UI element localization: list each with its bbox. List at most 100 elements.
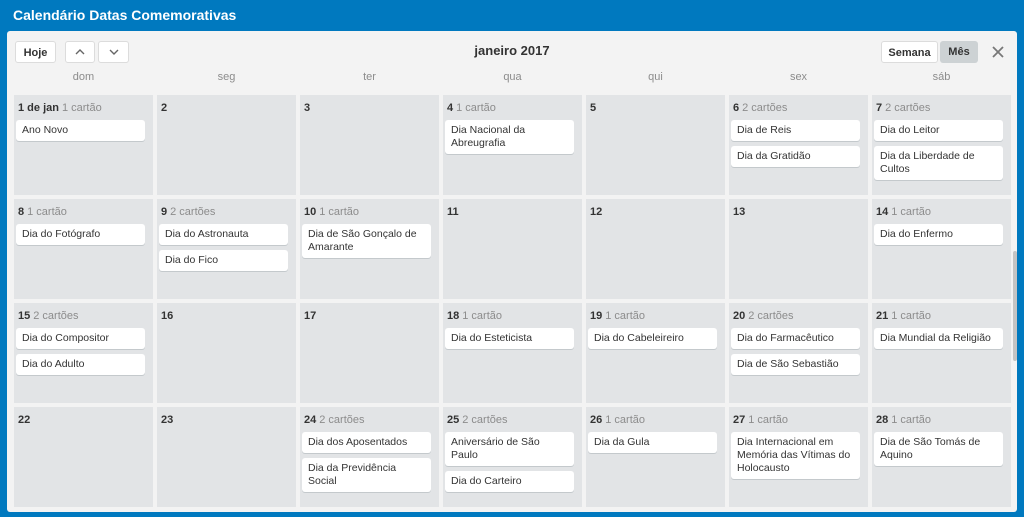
calendar-card[interactable]: Dia da Previdência Social xyxy=(302,458,431,492)
calendar-card[interactable]: Dia da Liberdade de Cultos xyxy=(874,146,1003,180)
day-cell[interactable]: 12 xyxy=(586,199,725,299)
close-icon xyxy=(992,46,1004,58)
calendar-card[interactable]: Dia de São Sebastião xyxy=(731,354,860,375)
day-cell[interactable]: 27 1 cartão Dia Internacional em Memória d… xyxy=(729,407,868,507)
day-header: 28 1 cartão xyxy=(876,414,931,426)
day-header: 15 2 cartões xyxy=(18,310,79,322)
day-number: 1 de jan xyxy=(18,102,59,114)
day-cell[interactable]: 21 1 cartão Dia Mundial da Religião xyxy=(872,303,1011,403)
day-header: 27 1 cartão xyxy=(733,414,788,426)
day-cell[interactable]: 20 2 cartões Dia do Farmacêutico Dia de São… xyxy=(729,303,868,403)
day-header: 23 xyxy=(161,414,173,426)
day-header: 1 de jan 1 cartão xyxy=(18,102,102,114)
calendar-card[interactable]: Dia do Esteticista xyxy=(445,328,574,349)
card-count: 1 cartão xyxy=(61,102,102,114)
day-header: 13 xyxy=(733,206,745,218)
calendar-card[interactable]: Dia Internacional em Memória das Vítimas… xyxy=(731,432,860,479)
day-cell[interactable]: 22 xyxy=(14,407,153,507)
day-number: 15 xyxy=(18,310,31,322)
day-header: 5 xyxy=(590,102,596,114)
day-cell[interactable]: 72 cartões Dia do Leitor Dia da Liberdade … xyxy=(872,95,1011,195)
day-cell[interactable]: 15 2 cartões Dia do Compositor Dia do Adult… xyxy=(14,303,153,403)
card-count: 2 cartões xyxy=(885,102,931,114)
day-cell[interactable]: 25 2 cartões Aniversário de São Paulo Dia d… xyxy=(443,407,582,507)
day-number: 19 xyxy=(590,310,603,322)
calendar-card[interactable]: Dia do Adulto xyxy=(16,354,145,375)
calendar-card[interactable]: Dia do Enfermo xyxy=(874,224,1003,245)
card-count: 2 cartões xyxy=(33,310,79,322)
day-cell[interactable]: 41 cartão Dia Nacional da Abreugrafia xyxy=(443,95,582,195)
day-header: 19 1 cartão xyxy=(590,310,645,322)
day-header: 11 xyxy=(447,206,459,218)
calendar-card[interactable]: Dia Nacional da Abreugrafia xyxy=(445,120,574,154)
calendar-card[interactable]: Dia de São Gonçalo de Amarante xyxy=(302,224,431,258)
weekday-header: dom seg ter qua qui sex sáb xyxy=(7,71,1017,87)
day-header: 72 cartões xyxy=(876,102,930,114)
scrollbar-thumb[interactable] xyxy=(1013,251,1017,361)
day-cell[interactable]: 62 cartões Dia de Reis Dia da Gratidão xyxy=(729,95,868,195)
day-cell[interactable]: 2 xyxy=(157,95,296,195)
day-cell[interactable]: 18 1 cartão Dia do Esteticista xyxy=(443,303,582,403)
card-count: 1 cartão xyxy=(891,206,931,218)
weekday-label: sáb xyxy=(932,71,951,83)
day-cell[interactable]: 19 1 cartão Dia do Cabeleireiro xyxy=(586,303,725,403)
calendar-card[interactable]: Dia do Fotógrafo xyxy=(16,224,145,245)
calendar-card[interactable]: Dia dos Aposentados xyxy=(302,432,431,453)
card-count: 2 cartões xyxy=(319,414,365,426)
day-cell[interactable]: 23 xyxy=(157,407,296,507)
week-view-button[interactable]: Semana xyxy=(881,41,938,63)
day-number: 10 xyxy=(304,206,317,218)
day-cell[interactable]: 5 xyxy=(586,95,725,195)
day-cell[interactable]: 92 cartões Dia do Astronauta Dia do Fico xyxy=(157,199,296,299)
day-number: 21 xyxy=(876,310,889,322)
weekday-label: qua xyxy=(503,71,522,83)
calendar-card[interactable]: Dia de São Tomás de Aquino xyxy=(874,432,1003,466)
month-view-button[interactable]: Mês xyxy=(940,41,978,63)
day-cell[interactable]: 10 1 cartão Dia de São Gonçalo de Amarante xyxy=(300,199,439,299)
day-cell[interactable]: 16 xyxy=(157,303,296,403)
day-number: 6 xyxy=(733,102,740,114)
day-header: 41 cartão xyxy=(447,102,496,114)
day-cell[interactable]: 1 de jan 1 cartão Ano Novo xyxy=(14,95,153,195)
card-count: 1 cartão xyxy=(462,310,502,322)
calendar-panel: Hoje janeiro 2017 Semana Mês dom seg ter qu… xyxy=(7,31,1017,512)
calendar-card[interactable]: Dia Mundial da Religião xyxy=(874,328,1003,349)
day-cell[interactable]: 17 xyxy=(300,303,439,403)
calendar-card[interactable]: Aniversário de São Paulo xyxy=(445,432,574,466)
calendar-card[interactable]: Dia de Reis xyxy=(731,120,860,141)
day-cell[interactable]: 3 xyxy=(300,95,439,195)
calendar-card[interactable]: Dia da Gratidão xyxy=(731,146,860,167)
day-cell[interactable]: 81 cartão Dia do Fotógrafo xyxy=(14,199,153,299)
day-cell[interactable]: 24 2 cartões Dia dos Aposentados Dia da Pre… xyxy=(300,407,439,507)
card-count: 2 cartões xyxy=(170,206,216,218)
weekday-label: seg xyxy=(217,71,236,83)
close-button[interactable] xyxy=(990,44,1006,60)
calendar-card[interactable]: Dia do Astronauta xyxy=(159,224,288,245)
card-count: 1 cartão xyxy=(891,414,931,426)
day-number: 9 xyxy=(161,206,168,218)
day-header: 12 xyxy=(590,206,602,218)
calendar-card[interactable]: Dia do Cabeleireiro xyxy=(588,328,717,349)
calendar-card[interactable]: Dia do Farmacêutico xyxy=(731,328,860,349)
day-number: 23 xyxy=(161,414,174,426)
day-cell[interactable]: 13 xyxy=(729,199,868,299)
day-number: 18 xyxy=(447,310,460,322)
card-count: 1 cartão xyxy=(605,414,645,426)
calendar-card[interactable]: Dia do Fico xyxy=(159,250,288,271)
day-number: 13 xyxy=(733,206,746,218)
day-cell[interactable]: 11 xyxy=(443,199,582,299)
calendar-card[interactable]: Dia da Gula xyxy=(588,432,717,453)
calendar-card[interactable]: Dia do Leitor xyxy=(874,120,1003,141)
month-title: janeiro 2017 xyxy=(474,43,550,58)
calendar-card[interactable]: Dia do Carteiro xyxy=(445,471,574,492)
day-header: 14 1 cartão xyxy=(876,206,931,218)
day-header: 16 xyxy=(161,310,173,322)
day-cell[interactable]: 26 1 cartão Dia da Gula xyxy=(586,407,725,507)
day-cell[interactable]: 14 1 cartão Dia do Enfermo xyxy=(872,199,1011,299)
card-count: 1 cartão xyxy=(27,206,67,218)
calendar-card[interactable]: Dia do Compositor xyxy=(16,328,145,349)
day-number: 22 xyxy=(18,414,31,426)
day-cell[interactable]: 28 1 cartão Dia de São Tomás de Aquino xyxy=(872,407,1011,507)
calendar-card[interactable]: Ano Novo xyxy=(16,120,145,141)
day-number: 8 xyxy=(18,206,25,218)
